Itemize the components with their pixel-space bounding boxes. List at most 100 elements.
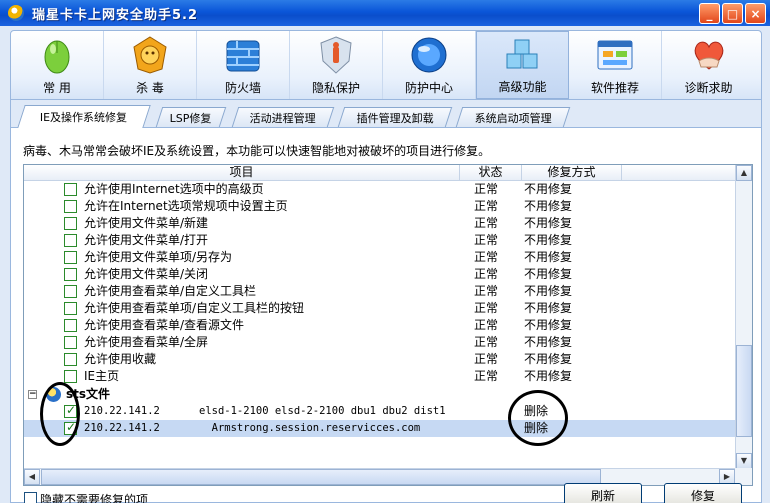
row-fix: 不用修复 — [524, 216, 573, 230]
tab-label: 系统启动项管理 — [474, 111, 552, 125]
cubes-icon — [506, 39, 537, 69]
row-fix: 不用修复 — [524, 318, 573, 332]
tab-bar: IE及操作系统修复 LSP修复 活动进程管理 插件管理及卸载 系统启动项管理 — [10, 100, 762, 128]
row-checkbox[interactable] — [64, 302, 77, 315]
tool-software[interactable]: 软件推荐 — [569, 31, 662, 99]
protection-globe-icon — [411, 37, 447, 73]
row-fix: 不用修复 — [524, 199, 573, 213]
tool-privacy-label: 隐私保护 — [311, 81, 360, 95]
annotation-circle-delete — [508, 390, 568, 446]
table-row[interactable]: 允许使用查看菜单/全屏 正常 不用修复 — [24, 334, 736, 351]
row-status: 正常 — [474, 182, 499, 196]
tool-firewall-label: 防火墙 — [224, 81, 261, 95]
scroll-left-button[interactable]: ◀ — [24, 469, 40, 485]
row-status: 正常 — [474, 250, 499, 264]
mouse-icon — [44, 40, 70, 74]
tab-process-manager[interactable]: 活动进程管理 — [231, 107, 335, 127]
table-row[interactable]: 允许在Internet选项常规项中设置主页 正常 不用修复 — [24, 198, 736, 215]
row-checkbox[interactable] — [64, 336, 77, 349]
tab-ie-system-repair[interactable]: IE及操作系统修复 — [17, 105, 151, 128]
table-row[interactable]: 允许使用文件菜单/新建 正常 不用修复 — [24, 215, 736, 232]
tool-advanced[interactable]: 高级功能 — [476, 31, 569, 99]
row-status: 正常 — [474, 267, 499, 281]
tab-plugin-manager[interactable]: 插件管理及卸载 — [337, 107, 453, 127]
row-checkbox[interactable] — [64, 183, 77, 196]
software-window-icon — [597, 40, 633, 70]
tool-software-label: 软件推荐 — [590, 81, 639, 95]
tool-advanced-label: 高级功能 — [498, 80, 547, 94]
row-item: 允许使用查看菜单/全屏 — [84, 335, 209, 349]
host-entry: Armstrong.session.reservicces.com — [199, 422, 421, 434]
column-header-status[interactable]: 状态 — [460, 165, 522, 181]
repair-items-grid: 项目 状态 修复方式 允许使用Internet选项中的高级页 正常 不用修复 允… — [23, 164, 753, 486]
tool-common[interactable]: 常 用 — [11, 31, 104, 99]
hosts-row[interactable]: 210.22.141.2 elsd-1-2100 elsd-2-2100 dbu… — [24, 402, 736, 420]
row-checkbox[interactable] — [64, 234, 77, 247]
table-row[interactable]: 允许使用收藏 正常 不用修复 — [24, 351, 736, 368]
table-row[interactable]: 允许使用文件菜单/关闭 正常 不用修复 — [24, 266, 736, 283]
horizontal-scroll-thumb[interactable] — [41, 469, 601, 485]
tool-firewall[interactable]: 防火墙 — [197, 31, 290, 99]
table-row[interactable]: 允许使用Internet选项中的高级页 正常 不用修复 — [24, 181, 736, 198]
vertical-scroll-thumb[interactable] — [736, 345, 752, 437]
tab-label: 插件管理及卸载 — [356, 111, 434, 125]
row-checkbox[interactable] — [64, 268, 77, 281]
host-ip: 210.22.141.2 — [84, 405, 160, 417]
row-checkbox[interactable] — [64, 200, 77, 213]
annotation-circle-checkboxes — [40, 382, 80, 446]
collapse-toggle[interactable]: − — [28, 390, 37, 399]
hosts-group-row[interactable]: − sts文件 — [24, 386, 736, 403]
table-row[interactable]: IE主页 正常 不用修复 — [24, 368, 736, 385]
maximize-button[interactable]: □ — [722, 3, 743, 24]
row-fix: 不用修复 — [524, 335, 573, 349]
row-checkbox[interactable] — [64, 319, 77, 332]
row-checkbox[interactable] — [64, 353, 77, 366]
minimize-button[interactable]: _ — [699, 3, 720, 24]
row-status: 正常 — [474, 301, 499, 315]
tool-protection-center[interactable]: 防护中心 — [383, 31, 476, 99]
vertical-scrollbar[interactable]: ▲ ▼ — [735, 165, 752, 469]
heart-hand-icon — [694, 41, 723, 70]
tab-label: IE及操作系统修复 — [40, 111, 128, 124]
scroll-down-button[interactable]: ▼ — [736, 453, 752, 469]
row-item: IE主页 — [84, 369, 120, 383]
tab-startup-manager[interactable]: 系统启动项管理 — [455, 107, 571, 127]
tool-protection-center-label: 防护中心 — [404, 81, 453, 95]
row-checkbox[interactable] — [64, 251, 77, 264]
table-row[interactable]: 允许使用文件菜单/打开 正常 不用修复 — [24, 232, 736, 249]
row-checkbox[interactable] — [64, 285, 77, 298]
column-header-fix[interactable]: 修复方式 — [522, 165, 622, 181]
row-fix: 不用修复 — [524, 182, 573, 196]
row-item: 允许使用收藏 — [84, 352, 157, 366]
row-checkbox[interactable] — [64, 370, 77, 383]
tab-lsp-repair[interactable]: LSP修复 — [155, 107, 227, 127]
column-header-item[interactable]: 项目 — [24, 165, 460, 181]
row-fix: 不用修复 — [524, 352, 573, 366]
row-item: 允许使用查看菜单项/自定义工具栏的按钮 — [84, 301, 305, 315]
row-status: 正常 — [474, 352, 499, 366]
row-status: 正常 — [474, 369, 499, 383]
row-fix: 不用修复 — [524, 233, 573, 247]
refresh-button[interactable]: 刷新 — [564, 483, 642, 503]
grid-header: 项目 状态 修复方式 — [24, 165, 736, 181]
scroll-up-button[interactable]: ▲ — [736, 165, 752, 181]
privacy-shield-icon — [320, 36, 352, 74]
hide-unneeded-checkbox[interactable] — [24, 492, 37, 503]
row-item: 允许使用文件菜单/关闭 — [84, 267, 209, 281]
hosts-row[interactable]: 210.22.141.2 Armstrong.session.reservicc… — [24, 419, 736, 437]
tool-antivirus[interactable]: 杀 毒 — [104, 31, 197, 99]
table-row[interactable]: 允许使用查看菜单项/自定义工具栏的按钮 正常 不用修复 — [24, 300, 736, 317]
tool-privacy[interactable]: 隐私保护 — [290, 31, 383, 99]
table-row[interactable]: 允许使用查看菜单/查看源文件 正常 不用修复 — [24, 317, 736, 334]
host-ip: 210.22.141.2 — [84, 422, 160, 434]
table-row[interactable]: 允许使用查看菜单/自定义工具栏 正常 不用修复 — [24, 283, 736, 300]
table-row[interactable]: 允许使用文件菜单项/另存为 正常 不用修复 — [24, 249, 736, 266]
row-fix: 不用修复 — [524, 267, 573, 281]
row-item: 允许使用文件菜单/新建 — [84, 216, 209, 230]
close-button[interactable]: × — [745, 3, 766, 24]
title-bar: 瑞星卡卡上网安全助手5.2 _ □ × — [0, 0, 770, 26]
row-checkbox[interactable] — [64, 217, 77, 230]
tab-label: LSP修复 — [169, 111, 212, 125]
repair-button[interactable]: 修复 — [664, 483, 742, 503]
tool-diagnose[interactable]: 诊断求助 — [662, 31, 755, 99]
